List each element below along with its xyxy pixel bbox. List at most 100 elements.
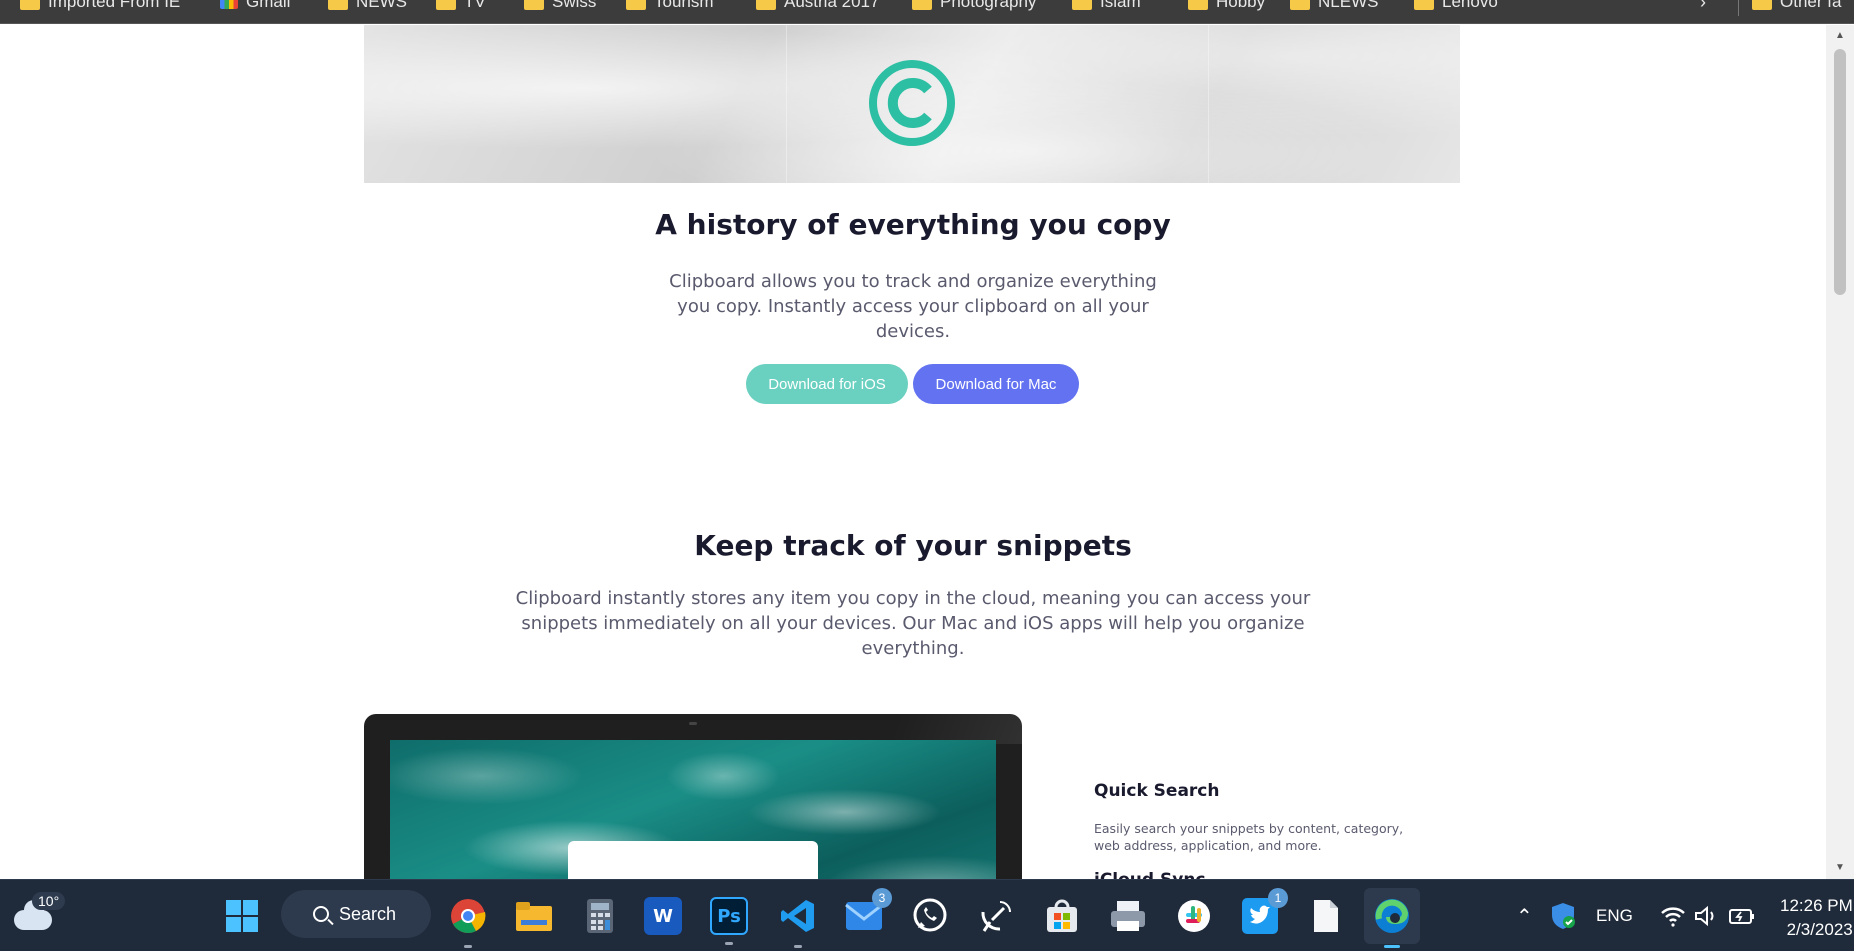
store-bag-icon <box>1047 899 1077 932</box>
weather-widget[interactable]: 10° <box>12 892 66 934</box>
snippets-description-line: snippets immediately on all your devices… <box>521 613 1305 634</box>
hero-description-line: you copy. Instantly access your clipboar… <box>677 296 1149 317</box>
satellite-icon[interactable] <box>974 894 1018 938</box>
copyright-logo-icon <box>869 60 955 146</box>
taskbar-search-box[interactable]: Search <box>281 890 431 938</box>
calculator-glyph-icon <box>587 899 613 933</box>
satellite-dish-icon <box>981 901 1011 932</box>
whatsapp-icon[interactable] <box>908 894 952 938</box>
folder-icon <box>328 0 348 10</box>
windows-start-icon[interactable] <box>220 894 264 938</box>
twitter-icon[interactable]: 1 <box>1238 888 1288 938</box>
snippets-title-wrap: Keep track of your snippets <box>0 529 1826 562</box>
wifi-icon[interactable] <box>1660 880 1686 952</box>
computer-mockup <box>364 714 1022 879</box>
hero-description-line: devices. <box>875 321 951 342</box>
file-explorer-icon[interactable] <box>512 894 556 938</box>
clock-date: 2/3/2023 <box>1786 920 1853 939</box>
printer-glyph-icon <box>1111 901 1145 931</box>
bookmark-austria-2017[interactable]: Austria 2017 <box>756 0 879 13</box>
slack-logo-icon <box>1178 900 1210 932</box>
scroll-up-arrow-icon[interactable]: ▲ <box>1826 27 1854 45</box>
snippets-description-line: everything. <box>861 638 965 659</box>
feature-description-line: Easily search your snippets by content, … <box>1094 821 1404 836</box>
cloud-weather-icon <box>14 900 52 930</box>
store-icon[interactable] <box>1040 894 1084 938</box>
download-ios-button[interactable]: Download for iOS <box>746 364 908 404</box>
chevron-right-icon[interactable]: › <box>1700 0 1706 13</box>
calculator-icon[interactable] <box>578 894 622 938</box>
scroll-down-arrow-icon[interactable]: ▼ <box>1826 859 1854 877</box>
battery-icon[interactable] <box>1728 880 1756 952</box>
printer-icon[interactable] <box>1106 894 1150 938</box>
hero-panel-divider <box>786 25 787 183</box>
bookmark-gmail[interactable]: Gmail <box>220 0 290 13</box>
feature-description-line: web address, application, and more. <box>1094 838 1322 853</box>
bookmark-swiss[interactable]: Swiss <box>524 0 596 13</box>
edge-icon[interactable] <box>1364 888 1420 948</box>
speaker-icon <box>1695 905 1714 927</box>
folder-icon <box>1414 0 1434 10</box>
folder-icon <box>20 0 40 10</box>
vscode-icon[interactable] <box>776 894 820 948</box>
wifi-signal-icon <box>1661 907 1685 927</box>
security-shield-icon[interactable] <box>1550 880 1576 952</box>
running-indicator <box>464 945 472 948</box>
windows-taskbar: 10° Search W Ps 3 1 ⌃ ENG 12:26 PM 2/3/2… <box>0 879 1854 951</box>
bookmark-news[interactable]: NEWS <box>328 0 407 13</box>
bookmarks-bar: Imported From IE Gmail NEWS TV Swiss Tou… <box>0 0 1854 24</box>
bookmark-islam[interactable]: Islam <box>1072 0 1141 13</box>
folder-icon <box>436 0 456 10</box>
camera-dot <box>689 722 697 725</box>
photoshop-icon[interactable]: Ps <box>710 897 748 945</box>
bookmark-tourism[interactable]: Tourism <box>626 0 714 13</box>
chrome-icon[interactable] <box>446 894 490 948</box>
folder-icon <box>524 0 544 10</box>
hero-banner <box>364 25 1460 183</box>
hero-title-wrap: A history of everything you copy <box>0 208 1826 241</box>
snippets-description-line: Clipboard instantly stores any item you … <box>515 588 1311 609</box>
hero-description: Clipboard allows you to track and organi… <box>0 269 1826 344</box>
weather-temperature: 10° <box>32 892 66 910</box>
bookmark-photography[interactable]: Photography <box>912 0 1036 13</box>
feature-icloud-sync-title: iCloud Sync <box>1094 870 1206 879</box>
language-indicator[interactable]: ENG <box>1596 880 1633 952</box>
notepad-icon[interactable] <box>1304 894 1348 938</box>
slack-icon[interactable] <box>1172 894 1216 938</box>
mockup-screen-ocean <box>390 740 996 879</box>
folder-icon <box>1188 0 1208 10</box>
mail-badge: 3 <box>872 888 892 908</box>
bookmark-nlews[interactable]: NLEWS <box>1290 0 1378 13</box>
snippets-title: Keep track of your snippets <box>694 529 1132 562</box>
word-icon[interactable]: W <box>644 897 682 935</box>
bookmark-tv[interactable]: TV <box>436 0 486 13</box>
scrollbar-thumb[interactable] <box>1834 49 1846 295</box>
windows-logo-icon <box>226 900 258 932</box>
folder-icon <box>1752 0 1772 10</box>
chevron-up-icon: ⌃ <box>1516 905 1533 928</box>
show-hidden-icons[interactable]: ⌃ <box>1516 880 1533 952</box>
clock-time: 12:26 PM <box>1780 896 1853 915</box>
bookmark-hobby[interactable]: Hobby <box>1188 0 1265 13</box>
system-clock[interactable]: 12:26 PM 2/3/2023 <box>1780 894 1853 942</box>
search-icon <box>313 906 329 922</box>
folder-icon <box>1290 0 1310 10</box>
volume-icon[interactable] <box>1694 880 1718 952</box>
folder-icon <box>912 0 932 10</box>
search-label: Search <box>339 903 397 924</box>
vertical-scrollbar[interactable]: ▲ ▼ <box>1826 25 1854 879</box>
bookmark-other-favorites[interactable]: Other fa <box>1752 0 1841 13</box>
gmail-icon <box>220 0 238 9</box>
bookmark-lenovo[interactable]: Lenovo <box>1414 0 1498 13</box>
bookmarks-divider <box>1738 0 1739 16</box>
bookmark-imported-from-ie[interactable]: Imported From IE <box>20 0 180 13</box>
hero-description-line: Clipboard allows you to track and organi… <box>669 271 1157 292</box>
running-indicator <box>725 942 733 945</box>
blank-page-icon <box>1314 900 1338 932</box>
download-mac-button[interactable]: Download for Mac <box>913 364 1079 404</box>
edge-logo-icon <box>1375 899 1409 933</box>
snippets-description: Clipboard instantly stores any item you … <box>0 586 1826 661</box>
mail-icon[interactable]: 3 <box>842 888 892 938</box>
hero-title: A history of everything you copy <box>655 208 1171 241</box>
folder-icon <box>1072 0 1092 10</box>
